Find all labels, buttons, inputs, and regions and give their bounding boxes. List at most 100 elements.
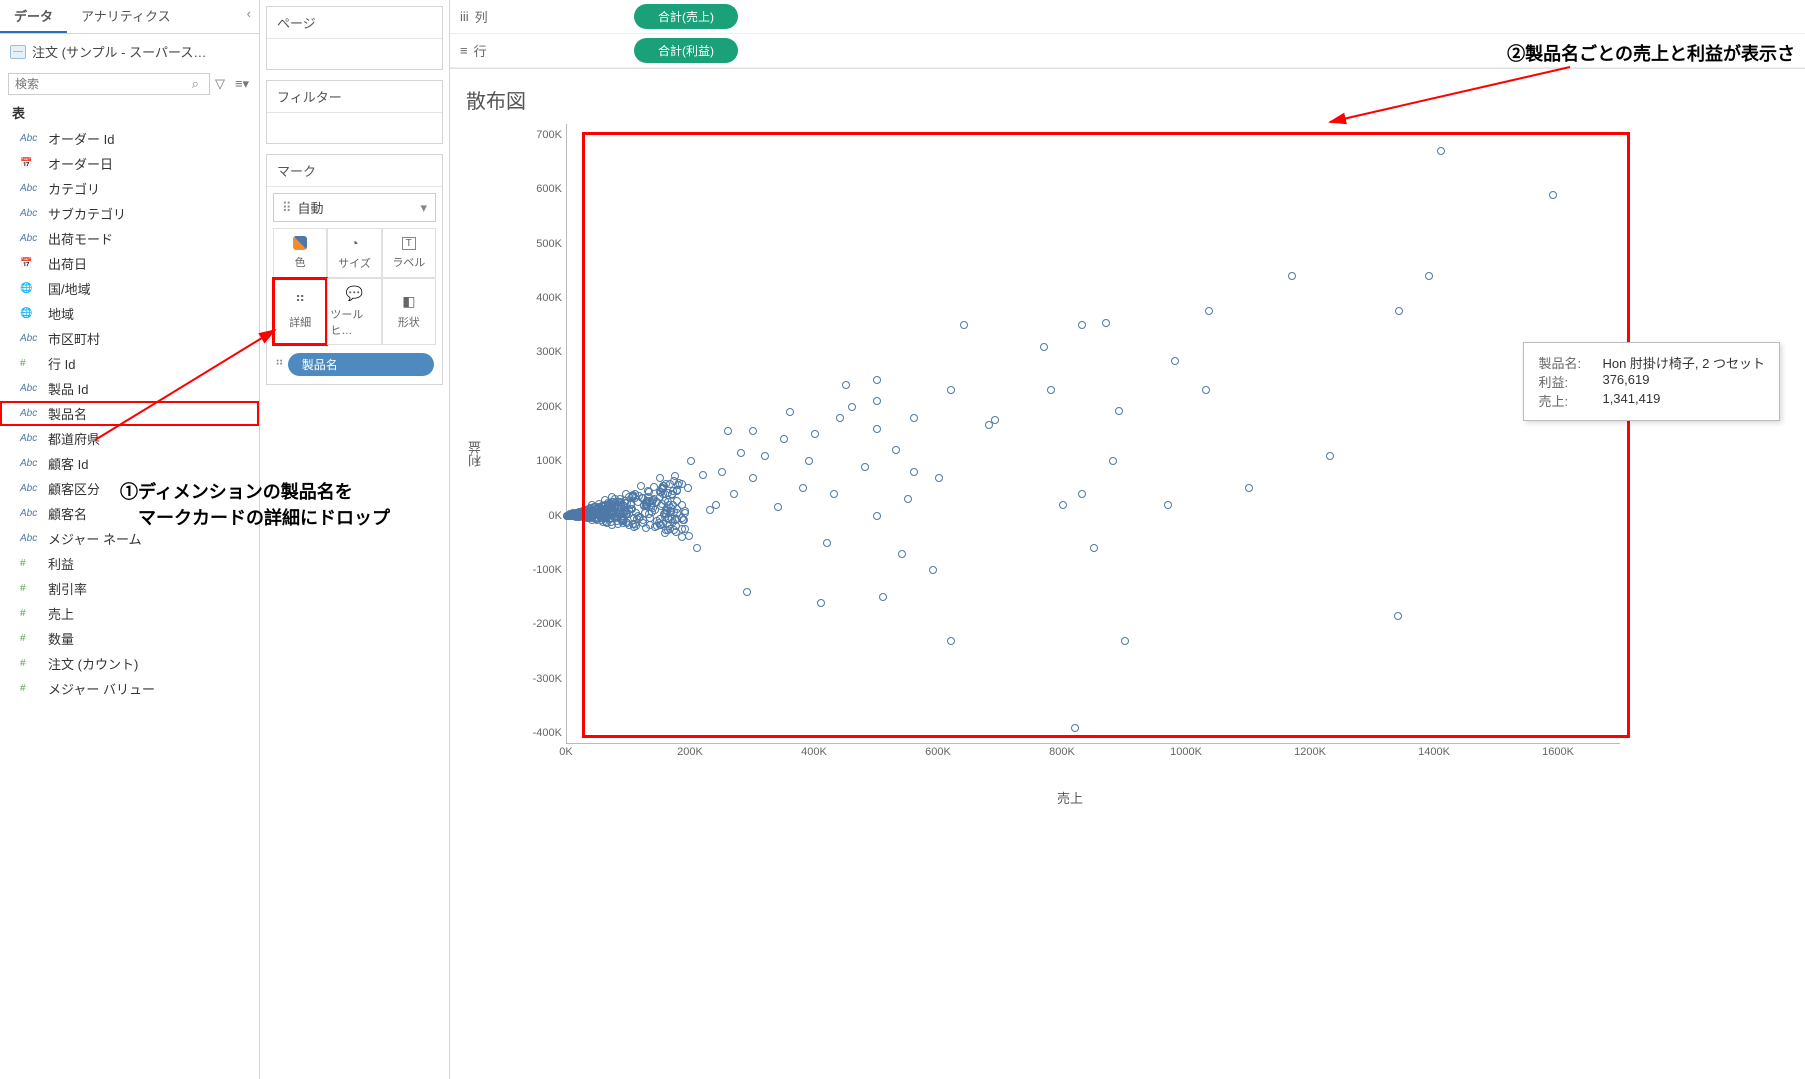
data-point[interactable] <box>1326 452 1334 460</box>
field-オーダー日[interactable]: 📅オーダー日 <box>0 151 259 176</box>
tab-data[interactable]: データ <box>0 0 67 33</box>
data-point[interactable] <box>947 637 955 645</box>
data-point[interactable] <box>718 468 726 476</box>
data-point[interactable] <box>861 463 869 471</box>
data-point[interactable] <box>805 457 813 465</box>
field-製品名[interactable]: Abc製品名 <box>0 401 259 426</box>
columns-pill-sum-sales[interactable]: 合計(売上) <box>634 4 738 29</box>
viz-title[interactable]: 散布図 <box>460 79 1785 120</box>
mark-size-button[interactable]: ◔ サイズ <box>327 228 381 278</box>
data-point[interactable] <box>706 506 714 514</box>
data-point[interactable] <box>786 408 794 416</box>
data-point[interactable] <box>811 430 819 438</box>
data-point[interactable] <box>1171 357 1179 365</box>
data-point[interactable] <box>1102 319 1110 327</box>
filter-fields-icon[interactable]: ▽ <box>211 76 229 92</box>
data-point[interactable] <box>898 550 906 558</box>
view-options-icon[interactable]: ≡▾ <box>233 76 251 92</box>
filters-shelf[interactable] <box>267 113 442 143</box>
data-point[interactable] <box>817 599 825 607</box>
data-point[interactable] <box>730 490 738 498</box>
data-point[interactable] <box>749 474 757 482</box>
data-point[interactable] <box>1121 637 1129 645</box>
data-point[interactable] <box>699 471 707 479</box>
field-メジャー バリュー[interactable]: #メジャー バリュー <box>0 676 259 701</box>
field-カテゴリ[interactable]: Abcカテゴリ <box>0 176 259 201</box>
data-point[interactable] <box>879 593 887 601</box>
data-point[interactable] <box>910 468 918 476</box>
search-input[interactable] <box>8 73 210 95</box>
mark-detail-button[interactable]: ⠛ 詳細 <box>273 278 327 345</box>
data-point[interactable] <box>873 376 881 384</box>
data-point[interactable] <box>646 514 654 522</box>
data-point[interactable] <box>848 403 856 411</box>
field-数量[interactable]: #数量 <box>0 626 259 651</box>
data-point[interactable] <box>743 588 751 596</box>
tab-analytics[interactable]: アナリティクス <box>67 0 185 33</box>
field-注文 (カウント)[interactable]: #注文 (カウント) <box>0 651 259 676</box>
mark-color-button[interactable]: 色 <box>273 228 327 278</box>
data-point[interactable] <box>1245 484 1253 492</box>
field-利益[interactable]: #利益 <box>0 551 259 576</box>
mark-tooltip-button[interactable]: 💬 ツールヒ… <box>327 278 381 345</box>
data-point[interactable] <box>1437 147 1445 155</box>
data-point[interactable] <box>685 532 693 540</box>
field-出荷日[interactable]: 📅出荷日 <box>0 251 259 276</box>
data-point[interactable] <box>680 516 688 524</box>
data-point[interactable] <box>1115 407 1123 415</box>
data-point[interactable] <box>608 521 616 529</box>
field-出荷モード[interactable]: Abc出荷モード <box>0 226 259 251</box>
datasource-row[interactable]: 注文 (サンプル - スーパース… <box>0 34 259 69</box>
data-point[interactable] <box>656 521 664 529</box>
data-point[interactable] <box>935 474 943 482</box>
pages-shelf[interactable] <box>267 39 442 69</box>
data-point[interactable] <box>1425 272 1433 280</box>
field-割引率[interactable]: #割引率 <box>0 576 259 601</box>
data-point[interactable] <box>1394 612 1402 620</box>
mark-shape-button[interactable]: ◧ 形状 <box>382 278 436 345</box>
data-point[interactable] <box>602 514 610 522</box>
data-point[interactable] <box>960 321 968 329</box>
rows-pill-sum-profit[interactable]: 合計(利益) <box>634 38 738 63</box>
data-point[interactable] <box>653 498 661 506</box>
data-point[interactable] <box>1047 386 1055 394</box>
data-point[interactable] <box>910 414 918 422</box>
data-point[interactable] <box>1109 457 1117 465</box>
data-point[interactable] <box>1202 386 1210 394</box>
data-point[interactable] <box>799 484 807 492</box>
data-point[interactable] <box>873 397 881 405</box>
data-point[interactable] <box>929 566 937 574</box>
data-point[interactable] <box>1040 343 1048 351</box>
data-point[interactable] <box>873 425 881 433</box>
field-製品 Id[interactable]: Abc製品 Id <box>0 376 259 401</box>
data-point[interactable] <box>666 480 674 488</box>
data-point[interactable] <box>1164 501 1172 509</box>
data-point[interactable] <box>749 427 757 435</box>
data-point[interactable] <box>1549 191 1557 199</box>
field-顧客 Id[interactable]: Abc顧客 Id <box>0 451 259 476</box>
field-市区町村[interactable]: Abc市区町村 <box>0 326 259 351</box>
data-point[interactable] <box>947 386 955 394</box>
field-都道府県[interactable]: Abc都道府県 <box>0 426 259 451</box>
field-オーダー Id[interactable]: Abcオーダー Id <box>0 126 259 151</box>
data-point[interactable] <box>873 512 881 520</box>
data-point[interactable] <box>580 512 588 520</box>
data-point[interactable] <box>632 522 640 530</box>
data-point[interactable] <box>904 495 912 503</box>
data-point[interactable] <box>724 427 732 435</box>
data-point[interactable] <box>1078 490 1086 498</box>
data-point[interactable] <box>1395 307 1403 315</box>
data-point[interactable] <box>842 381 850 389</box>
data-point[interactable] <box>737 449 745 457</box>
plot-area[interactable] <box>566 124 1620 744</box>
scatter-chart[interactable]: 利益 700K600K500K400K300K200K100K0K-100K-2… <box>520 124 1620 784</box>
data-point[interactable] <box>589 509 597 517</box>
mark-label-button[interactable]: T ラベル <box>382 228 436 278</box>
data-point[interactable] <box>564 512 572 520</box>
data-point[interactable] <box>1078 321 1086 329</box>
detail-pill-product-name[interactable]: 製品名 <box>288 353 434 376</box>
data-point[interactable] <box>836 414 844 422</box>
data-point[interactable] <box>687 457 695 465</box>
columns-shelf[interactable]: iii 列 合計(売上) <box>450 0 1805 34</box>
field-国/地域[interactable]: 🌐国/地域 <box>0 276 259 301</box>
